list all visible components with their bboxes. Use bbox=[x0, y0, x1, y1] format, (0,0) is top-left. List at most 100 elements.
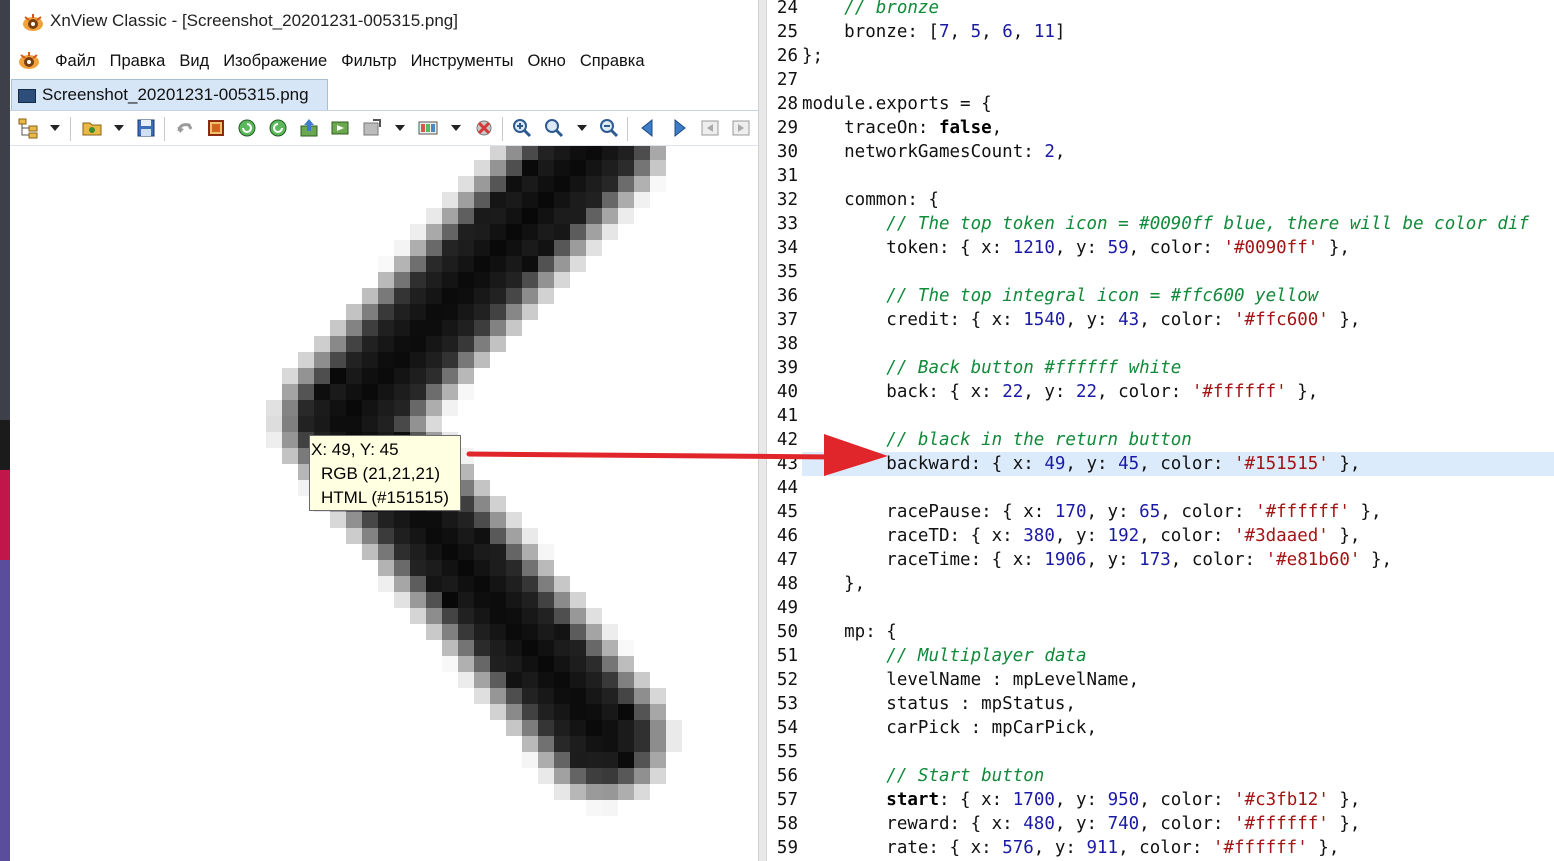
chevron-down-icon[interactable] bbox=[395, 125, 405, 131]
code-line[interactable]: 28 module.exports = { bbox=[767, 92, 1554, 116]
code-line[interactable]: 59 rate: { x: 576, y: 911, color: '#ffff… bbox=[767, 836, 1554, 860]
code-text: token: { x: 1210, y: 59, color: '#0090ff… bbox=[802, 236, 1554, 260]
chevron-down-icon[interactable] bbox=[114, 125, 124, 131]
code-line[interactable]: 37 credit: { x: 1540, y: 43, color: '#ff… bbox=[767, 308, 1554, 332]
next-icon[interactable] bbox=[667, 116, 691, 140]
browser-icon[interactable] bbox=[16, 116, 40, 140]
menu-view[interactable]: Вид bbox=[172, 50, 216, 72]
code-line[interactable]: 53 status : mpStatus, bbox=[767, 692, 1554, 716]
chevron-down-icon[interactable] bbox=[577, 125, 587, 131]
menu-help[interactable]: Справка bbox=[573, 50, 652, 72]
app-menu-icon[interactable] bbox=[18, 50, 40, 70]
line-number: 47 bbox=[776, 550, 798, 570]
code-line[interactable]: 35 bbox=[767, 260, 1554, 284]
menu-image[interactable]: Изображение bbox=[216, 50, 334, 72]
code-line[interactable]: 34 token: { x: 1210, y: 59, color: '#009… bbox=[767, 236, 1554, 260]
code-line[interactable]: 50 mp: { bbox=[767, 620, 1554, 644]
code-token: 950 bbox=[1107, 790, 1140, 810]
line-number: 59 bbox=[776, 838, 798, 858]
title-bar[interactable]: XnView Classic - [Screenshot_20201231-00… bbox=[10, 0, 758, 46]
zoom-in-icon[interactable] bbox=[510, 116, 534, 140]
rotate-left-icon[interactable] bbox=[235, 116, 259, 140]
code-line[interactable]: 46 raceTD: { x: 380, y: 192, color: '#3d… bbox=[767, 524, 1554, 548]
image-canvas[interactable]: X: 49, Y: 45 RGB (21,21,21) HTML (#15151… bbox=[10, 146, 758, 861]
code-line[interactable]: 25 bronze: [7, 5, 6, 11] bbox=[767, 20, 1554, 44]
menu-tools[interactable]: Инструменты bbox=[404, 50, 521, 72]
code-line[interactable]: 48 }, bbox=[767, 572, 1554, 596]
code-line[interactable]: 36 // The top integral icon = #ffc600 ye… bbox=[767, 284, 1554, 308]
code-line[interactable]: 30 networkGamesCount: 2, bbox=[767, 140, 1554, 164]
crop-icon[interactable] bbox=[204, 116, 228, 140]
code-line[interactable]: 55 bbox=[767, 740, 1554, 764]
line-number: 45 bbox=[776, 502, 798, 522]
code-line[interactable]: 31 bbox=[767, 164, 1554, 188]
code-line[interactable]: 58 reward: { x: 480, y: 740, color: '#ff… bbox=[767, 812, 1554, 836]
code-line[interactable]: 24 // bronze bbox=[767, 0, 1554, 20]
export-icon[interactable] bbox=[297, 116, 321, 140]
code-line[interactable]: 54 carPick : mpCarPick, bbox=[767, 716, 1554, 740]
undo-icon[interactable] bbox=[173, 116, 197, 140]
pixel-info-tooltip: X: 49, Y: 45 RGB (21,21,21) HTML (#15151… bbox=[309, 435, 461, 511]
menu-window[interactable]: Окно bbox=[520, 50, 572, 72]
code-token: }, bbox=[1328, 454, 1361, 474]
menu-edit[interactable]: Правка bbox=[103, 50, 173, 72]
code-token: 1906 bbox=[1044, 550, 1087, 570]
code-line[interactable]: 57 start: { x: 1700, y: 950, color: '#c3… bbox=[767, 788, 1554, 812]
code-token: traceOn: bbox=[802, 118, 939, 138]
code-token: carPick : mpCarPick, bbox=[802, 718, 1098, 738]
code-token: // Start button bbox=[886, 766, 1045, 786]
code-line[interactable]: 27 bbox=[767, 68, 1554, 92]
code-line[interactable]: 47 raceTime: { x: 1906, y: 173, color: '… bbox=[767, 548, 1554, 572]
toolbar-separator bbox=[70, 117, 71, 141]
code-line[interactable]: 45 racePause: { x: 170, y: 65, color: '#… bbox=[767, 500, 1554, 524]
code-line[interactable]: 32 common: { bbox=[767, 188, 1554, 212]
code-token: false bbox=[938, 118, 992, 138]
code-line[interactable]: 38 bbox=[767, 332, 1554, 356]
code-token: , y: bbox=[1065, 310, 1119, 330]
rotate-right-icon[interactable] bbox=[266, 116, 290, 140]
code-token: levelName : mpLevelName, bbox=[802, 670, 1140, 690]
zoom-out-icon[interactable] bbox=[597, 116, 621, 140]
forward-icon[interactable] bbox=[328, 116, 352, 140]
first-icon[interactable] bbox=[698, 116, 722, 140]
code-text: // The top token icon = #0090ff blue, th… bbox=[802, 212, 1554, 236]
code-line[interactable]: 51 // Multiplayer data bbox=[767, 644, 1554, 668]
chevron-down-icon[interactable] bbox=[50, 125, 60, 131]
last-icon[interactable] bbox=[729, 116, 753, 140]
open-folder-icon[interactable] bbox=[80, 116, 104, 140]
tab-image[interactable]: Screenshot_20201231-005315.png bbox=[11, 79, 328, 110]
code-token: 1210 bbox=[1012, 238, 1055, 258]
resize-icon[interactable] bbox=[360, 116, 384, 140]
code-line[interactable]: 33 // The top token icon = #0090ff blue,… bbox=[767, 212, 1554, 236]
remove-icon[interactable] bbox=[472, 116, 496, 140]
code-line[interactable]: 39 // Back button #ffffff white bbox=[767, 356, 1554, 380]
code-token: }, bbox=[1360, 550, 1393, 570]
code-text: // Multiplayer data bbox=[802, 644, 1554, 668]
code-line[interactable]: 52 levelName : mpLevelName, bbox=[767, 668, 1554, 692]
code-token: raceTime: { x: bbox=[802, 550, 1045, 570]
code-text: backward: { x: 49, y: 45, color: '#15151… bbox=[802, 452, 1554, 476]
zoom-fit-icon[interactable] bbox=[542, 116, 566, 140]
adjust-icon[interactable] bbox=[416, 116, 440, 140]
code-text: start: { x: 1700, y: 950, color: '#c3fb1… bbox=[802, 788, 1554, 812]
chevron-down-icon[interactable] bbox=[451, 125, 461, 131]
toolbar-separator bbox=[627, 117, 628, 141]
line-number: 26 bbox=[776, 46, 798, 66]
code-line[interactable]: 56 // Start button bbox=[767, 764, 1554, 788]
code-text: rate: { x: 576, y: 911, color: '#ffffff'… bbox=[802, 836, 1554, 860]
code-token: status : mpStatus, bbox=[802, 694, 1076, 714]
code-line[interactable]: 26}; bbox=[767, 44, 1554, 68]
code-token: }, bbox=[1328, 526, 1361, 546]
menu-file[interactable]: Файл bbox=[48, 50, 103, 72]
code-token: '#151515' bbox=[1234, 454, 1329, 474]
code-line[interactable]: 49 bbox=[767, 596, 1554, 620]
code-line[interactable]: 29 traceOn: false, bbox=[767, 116, 1554, 140]
previous-icon[interactable] bbox=[636, 116, 660, 140]
menu-filter[interactable]: Фильтр bbox=[334, 50, 403, 72]
save-icon[interactable] bbox=[134, 116, 158, 140]
tab-strip: Screenshot_20201231-005315.png bbox=[10, 76, 758, 111]
code-token: }, bbox=[1328, 790, 1361, 810]
code-line[interactable]: 40 back: { x: 22, y: 22, color: '#ffffff… bbox=[767, 380, 1554, 404]
